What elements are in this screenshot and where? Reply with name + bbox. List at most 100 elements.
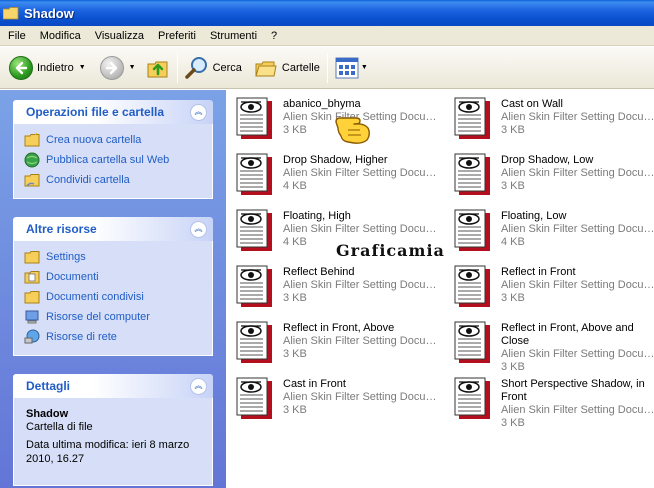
alien-skin-document-icon [236,209,272,251]
alien-skin-document-icon [454,321,490,363]
link-share-folder[interactable]: Condividi cartella [24,170,212,190]
folders-button[interactable]: Cartelle [251,51,323,85]
watermark-text: Graficamia [336,241,445,260]
menu-file[interactable]: File [0,30,33,42]
file-ops-header[interactable]: Operazioni file e cartella ︽ [13,100,213,124]
menu-help[interactable]: ? [264,30,284,42]
link-label: Condividi cartella [46,174,130,186]
link-shared-documents[interactable]: Documenti condivisi [24,287,212,307]
file-item[interactable]: Drop Shadow, Low Alien Skin Filter Setti… [444,146,654,198]
file-item[interactable]: Cast in Front Alien Skin Filter Setting … [226,370,444,422]
collapse-icon[interactable]: ︽ [190,377,207,395]
file-type: Alien Skin Filter Setting Docum... [501,348,654,360]
search-icon [184,56,207,79]
computer-icon [24,309,40,325]
documents-icon [24,269,40,285]
file-size: 3 KB [283,348,307,360]
file-item[interactable]: Reflect in Front Alien Skin Filter Setti… [444,258,654,310]
link-label: Documenti [46,271,99,283]
file-type: Alien Skin Filter Setting Docum... [501,223,654,235]
other-places-title: Altre risorse [26,222,97,236]
alien-skin-document-icon [454,97,490,139]
network-icon [24,329,40,345]
file-item[interactable]: Drop Shadow, Higher Alien Skin Filter Se… [226,146,444,198]
folder-icon [3,6,19,19]
alien-skin-document-icon [236,321,272,363]
menu-preferiti[interactable]: Preferiti [151,30,203,42]
folder-icon [24,249,40,265]
details-panel: Dettagli ︽ Shadow Cartella di file Data … [13,374,213,486]
file-ops-panel: Operazioni file e cartella ︽ Crea nuova … [13,100,213,199]
pointing-hand-cursor-icon [335,117,370,144]
link-my-computer[interactable]: Risorse del computer [24,307,212,327]
file-item[interactable]: Cast on Wall Alien Skin Filter Setting D… [444,90,654,142]
file-type: Alien Skin Filter Setting Docum... [501,404,654,416]
menu-visualizza[interactable]: Visualizza [88,30,151,42]
collapse-icon[interactable]: ︽ [190,103,207,121]
file-type: Alien Skin Filter Setting Docum... [501,111,654,123]
file-type: Alien Skin Filter Setting Docum... [501,279,654,291]
alien-skin-document-icon [454,265,490,307]
file-name: Reflect Behind [283,266,355,278]
new-folder-icon [24,132,40,148]
link-network[interactable]: Risorse di rete [24,327,212,347]
globe-icon [24,152,40,168]
window-title: Shadow [24,5,74,21]
link-publish-web[interactable]: Pubblica cartella sul Web [24,150,212,170]
file-type: Alien Skin Filter Setting Docum... [283,279,441,291]
views-icon [335,57,359,78]
link-settings[interactable]: Settings [24,247,212,267]
details-name: Shadow [26,408,69,420]
file-size: 3 KB [501,124,525,136]
alien-skin-document-icon [236,153,272,195]
file-type: Alien Skin Filter Setting Docum... [283,335,441,347]
folder-icon [24,289,40,305]
link-label: Pubblica cartella sul Web [46,154,170,166]
title-bar[interactable]: Shadow [0,0,654,26]
task-pane: Operazioni file e cartella ︽ Crea nuova … [0,90,226,488]
file-item[interactable]: Short Perspective Shadow, in Front Alien… [444,370,654,429]
file-size: 3 KB [283,292,307,304]
file-size: 3 KB [501,417,525,429]
back-button[interactable]: Indietro ▼ [6,51,89,85]
file-item[interactable]: Reflect in Front, Above Alien Skin Filte… [226,314,444,366]
file-item[interactable]: Reflect in Front, Above and Close Alien … [444,314,654,373]
menu-strumenti[interactable]: Strumenti [203,30,264,42]
link-label: Settings [46,251,86,263]
views-button[interactable]: ▼ [332,51,371,85]
file-size: 3 KB [283,404,307,416]
file-size: 3 KB [283,124,307,136]
link-label: Risorse del computer [46,311,150,323]
details-header[interactable]: Dettagli ︽ [13,374,213,398]
views-dropdown-icon[interactable]: ▼ [361,64,368,71]
search-label: Cerca [212,61,242,74]
forward-button[interactable]: ▼ [97,51,139,85]
link-new-folder[interactable]: Crea nuova cartella [24,130,212,150]
file-name: Reflect in Front [501,266,576,278]
file-name: Cast in Front [283,378,346,390]
folders-icon [255,61,277,76]
search-button[interactable]: Cerca [182,51,245,85]
file-item[interactable]: Reflect Behind Alien Skin Filter Setting… [226,258,444,310]
file-name: Drop Shadow, Low [501,154,594,166]
menu-modifica[interactable]: Modifica [33,30,88,42]
other-places-header[interactable]: Altre risorse ︽ [13,217,213,241]
collapse-icon[interactable]: ︽ [190,220,207,238]
file-name: Cast on Wall [501,98,563,110]
file-type: Alien Skin Filter Setting Docum... [501,167,654,179]
file-item[interactable]: Floating, Low Alien Skin Filter Setting … [444,202,654,254]
toolbar: Indietro ▼ ▼ Cerca Cartelle ▼ [0,47,654,89]
forward-arrow-icon [99,55,124,80]
file-name: Floating, High [283,210,351,222]
link-label: Risorse di rete [46,331,117,343]
up-folder-icon [147,61,168,77]
alien-skin-document-icon [454,209,490,251]
back-arrow-icon [9,55,33,80]
file-name: Reflect in Front, Above [283,322,395,334]
up-folder-button[interactable] [143,51,173,85]
link-documents[interactable]: Documenti [24,267,212,287]
back-dropdown-icon[interactable]: ▼ [79,64,86,71]
toolbar-separator [326,52,328,83]
file-type: Alien Skin Filter Setting Docum... [283,391,441,403]
forward-dropdown-icon[interactable]: ▼ [129,64,136,71]
